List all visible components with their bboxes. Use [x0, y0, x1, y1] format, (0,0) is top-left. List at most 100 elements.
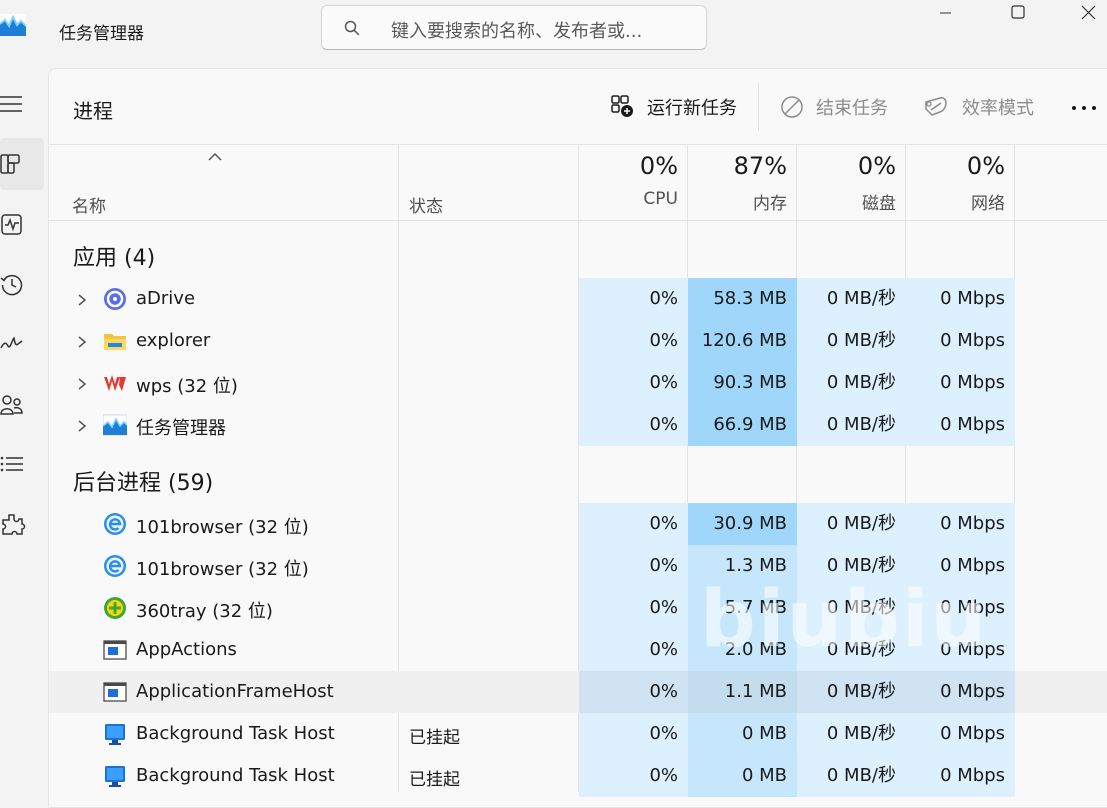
command-separator — [758, 83, 759, 131]
process-name: 任务管理器 — [136, 418, 226, 439]
process-row[interactable]: wps (32 位) 0% 90.3 MB 0 MB/秒 0 Mbps — [49, 362, 1107, 404]
process-disk-value: 0 MB/秒 — [797, 362, 906, 404]
process-mem-value: 0 MB — [688, 755, 797, 797]
process-mem-value: 2.0 MB — [688, 629, 797, 671]
process-net-value: 0 Mbps — [906, 362, 1015, 404]
adrive-icon — [103, 287, 127, 311]
run-new-task-label: 运行新任务 — [647, 98, 737, 119]
process-net-value: 0 Mbps — [906, 629, 1015, 671]
network-total-percent: 0% — [966, 152, 1005, 180]
process-net-value: 0 Mbps — [906, 320, 1015, 362]
process-cpu-value: 0% — [579, 362, 688, 404]
close-icon — [1081, 5, 1096, 20]
process-mem-value: 90.3 MB — [688, 362, 797, 404]
nav-performance[interactable] — [0, 198, 44, 250]
search-input[interactable]: 键入要搜索的名称、发布者或... — [391, 17, 642, 43]
nav-menu-button[interactable] — [0, 78, 44, 130]
process-disk-value: 0 MB/秒 — [797, 278, 906, 320]
process-mem-value: 5.7 MB — [688, 587, 797, 629]
process-row[interactable]: Background Task Host 已挂起 0% 0 MB 0 MB/秒 0 Mbp… — [49, 755, 1107, 797]
process-row[interactable]: Background Task Host 已挂起 0% 0 MB 0 MB/秒 0 Mbp… — [49, 713, 1107, 755]
end-task-label: 结束任务 — [816, 98, 888, 119]
app-window-icon — [103, 638, 127, 662]
process-row[interactable]: AppActions 0% 2.0 MB 0 MB/秒 0 Mbps — [49, 629, 1107, 671]
monitor-icon — [103, 722, 127, 746]
process-cpu-value: 0% — [579, 755, 688, 797]
maximize-button[interactable] — [983, 0, 1053, 30]
process-row[interactable]: explorer 0% 120.6 MB 0 MB/秒 0 Mbps — [49, 320, 1107, 362]
page-title: 进程 — [73, 99, 113, 123]
browser-e-icon — [103, 512, 127, 536]
process-disk-value: 0 MB/秒 — [797, 320, 906, 362]
column-header-network[interactable]: 0% 网络 — [905, 148, 1005, 214]
column-header-memory[interactable]: 87% 内存 — [687, 148, 787, 214]
column-header-cpu[interactable]: 0% CPU — [578, 148, 678, 209]
nav-app-history[interactable] — [0, 258, 44, 310]
process-net-value: 0 Mbps — [906, 587, 1015, 629]
efficiency-mode-label: 效率模式 — [962, 98, 1034, 119]
more-options-button[interactable] — [1068, 94, 1100, 122]
process-net-value: 0 Mbps — [906, 404, 1015, 446]
users-icon — [0, 395, 23, 415]
process-disk-value: 0 MB/秒 — [797, 671, 906, 713]
network-label: 网络 — [971, 194, 1005, 214]
nav-startup-apps[interactable] — [0, 318, 44, 370]
run-new-task-button[interactable]: 运行新任务 — [611, 92, 737, 122]
process-row[interactable]: 任务管理器 0% 66.9 MB 0 MB/秒 0 Mbps — [49, 404, 1107, 446]
process-name: ApplicationFrameHost — [136, 681, 334, 702]
close-button[interactable] — [1053, 0, 1107, 30]
browser-e-icon — [103, 554, 127, 578]
efficiency-mode-button[interactable]: 效率模式 — [924, 92, 1034, 122]
process-disk-value: 0 MB/秒 — [797, 587, 906, 629]
process-disk-value: 0 MB/秒 — [797, 503, 906, 545]
cpu-total-percent: 0% — [639, 152, 678, 180]
task-manager-app-icon — [0, 14, 27, 36]
process-row[interactable]: 101browser (32 位) 0% 1.3 MB 0 MB/秒 0 Mbps — [49, 545, 1107, 587]
process-name: AppActions — [136, 639, 237, 660]
sort-ascending-icon[interactable] — [207, 152, 223, 162]
process-mem-value: 1.1 MB — [688, 671, 797, 713]
chevron-right-icon[interactable] — [77, 335, 87, 349]
process-disk-value: 0 MB/秒 — [797, 404, 906, 446]
process-disk-value: 0 MB/秒 — [797, 713, 906, 755]
process-mem-value: 0 MB — [688, 713, 797, 755]
process-status: 已挂起 — [409, 728, 460, 748]
process-cpu-value: 0% — [579, 278, 688, 320]
chevron-right-icon[interactable] — [77, 377, 87, 391]
process-net-value: 0 Mbps — [906, 278, 1015, 320]
app-title: 任务管理器 — [59, 24, 144, 44]
process-mem-value: 30.9 MB — [688, 503, 797, 545]
column-header-name[interactable]: 名称 — [72, 192, 106, 217]
search-icon — [344, 20, 360, 36]
minimize-button[interactable] — [913, 0, 983, 30]
column-header-status[interactable]: 状态 — [409, 192, 443, 217]
app-history-icon — [0, 274, 23, 296]
nav-services[interactable] — [0, 498, 44, 550]
process-net-value: 0 Mbps — [906, 545, 1015, 587]
process-mem-value: 1.3 MB — [688, 545, 797, 587]
task-manager-icon — [102, 413, 128, 437]
process-row[interactable]: ApplicationFrameHost 0% 1.1 MB 0 MB/秒 0 Mbps — [49, 671, 1107, 713]
process-net-value: 0 Mbps — [906, 503, 1015, 545]
end-task-button[interactable]: 结束任务 — [780, 92, 888, 122]
process-disk-value: 0 MB/秒 — [797, 755, 906, 797]
process-name: 101browser (32 位) — [136, 517, 309, 538]
process-row[interactable]: 101browser (32 位) 0% 30.9 MB 0 MB/秒 0 Mbps — [49, 503, 1107, 545]
app-window-icon — [103, 680, 127, 704]
cpu-label: CPU — [643, 189, 678, 209]
nav-details[interactable] — [0, 438, 44, 490]
memory-label: 内存 — [753, 194, 787, 214]
chevron-right-icon[interactable] — [77, 293, 87, 307]
nav-processes[interactable] — [0, 138, 44, 190]
search-box[interactable]: 键入要搜索的名称、发布者或... — [321, 5, 707, 50]
process-name: Background Task Host — [136, 765, 335, 786]
hamburger-menu-icon — [0, 96, 22, 112]
process-row[interactable]: 360tray (32 位) 0% 5.7 MB 0 MB/秒 0 Mbps — [49, 587, 1107, 629]
process-mem-value: 58.3 MB — [688, 278, 797, 320]
process-cpu-value: 0% — [579, 404, 688, 446]
chevron-right-icon[interactable] — [77, 419, 87, 433]
process-row[interactable]: aDrive 0% 58.3 MB 0 MB/秒 0 Mbps — [49, 278, 1107, 320]
column-header-disk[interactable]: 0% 磁盘 — [796, 148, 896, 214]
nav-users[interactable] — [0, 378, 44, 430]
process-mem-value: 66.9 MB — [688, 404, 797, 446]
